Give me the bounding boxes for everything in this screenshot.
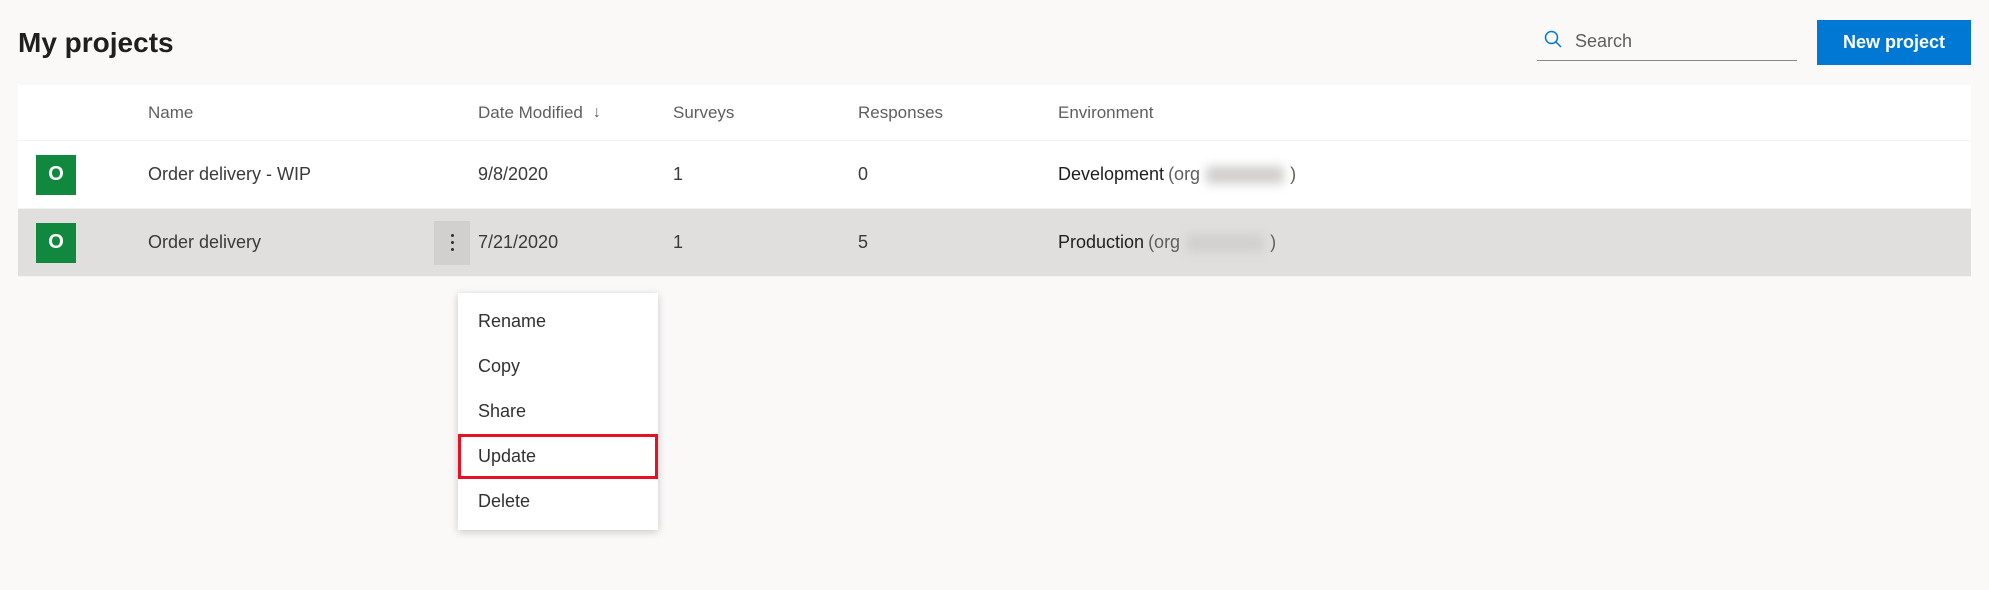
column-header-date-modified[interactable]: Date Modified ↓ bbox=[478, 103, 673, 123]
project-badge: O bbox=[36, 223, 76, 263]
project-responses: 5 bbox=[858, 232, 1058, 253]
project-name[interactable]: Order delivery bbox=[148, 232, 261, 252]
sort-desc-icon: ↓ bbox=[593, 104, 601, 122]
redacted-text bbox=[1186, 234, 1264, 252]
context-menu: Rename Copy Share Update Delete bbox=[458, 293, 658, 530]
page-header: My projects New project bbox=[18, 20, 1971, 65]
project-environment: Development (org ) bbox=[1058, 164, 1971, 185]
menu-item-update[interactable]: Update bbox=[458, 434, 658, 479]
vertical-ellipsis-icon bbox=[451, 234, 454, 251]
table-row[interactable]: O Order delivery 7/21/2020 1 5 Productio… bbox=[18, 209, 1971, 277]
menu-item-delete[interactable]: Delete bbox=[458, 479, 658, 524]
new-project-button[interactable]: New project bbox=[1817, 20, 1971, 65]
page-title: My projects bbox=[18, 27, 174, 59]
column-header-environment[interactable]: Environment bbox=[1058, 103, 1971, 123]
project-surveys: 1 bbox=[673, 232, 858, 253]
project-environment: Production (org ) bbox=[1058, 232, 1971, 253]
environment-org-suffix: ) bbox=[1270, 232, 1276, 253]
table-header-row: Name Date Modified ↓ Surveys Responses E… bbox=[18, 85, 1971, 141]
project-responses: 0 bbox=[858, 164, 1058, 185]
column-header-name[interactable]: Name bbox=[148, 103, 478, 123]
environment-org-prefix: (org bbox=[1168, 164, 1200, 185]
project-date: 7/21/2020 bbox=[478, 232, 673, 253]
project-date: 9/8/2020 bbox=[478, 164, 673, 185]
environment-org-prefix: (org bbox=[1148, 232, 1180, 253]
environment-name: Development bbox=[1058, 164, 1164, 185]
menu-item-share[interactable]: Share bbox=[458, 389, 658, 434]
project-surveys: 1 bbox=[673, 164, 858, 185]
menu-item-rename[interactable]: Rename bbox=[458, 299, 658, 344]
column-header-responses[interactable]: Responses bbox=[858, 103, 1058, 123]
project-badge: O bbox=[36, 155, 76, 195]
projects-table: Name Date Modified ↓ Surveys Responses E… bbox=[18, 85, 1971, 277]
menu-item-copy[interactable]: Copy bbox=[458, 344, 658, 389]
environment-org-suffix: ) bbox=[1290, 164, 1296, 185]
more-actions-button[interactable] bbox=[434, 221, 470, 265]
table-row[interactable]: O Order delivery - WIP 9/8/2020 1 0 Deve… bbox=[18, 141, 1971, 209]
project-name[interactable]: Order delivery - WIP bbox=[148, 164, 478, 185]
environment-name: Production bbox=[1058, 232, 1144, 253]
column-header-surveys[interactable]: Surveys bbox=[673, 103, 858, 123]
search-icon bbox=[1543, 29, 1563, 54]
redacted-text bbox=[1206, 166, 1284, 184]
search-field[interactable] bbox=[1537, 25, 1797, 61]
search-input[interactable] bbox=[1573, 30, 1773, 53]
